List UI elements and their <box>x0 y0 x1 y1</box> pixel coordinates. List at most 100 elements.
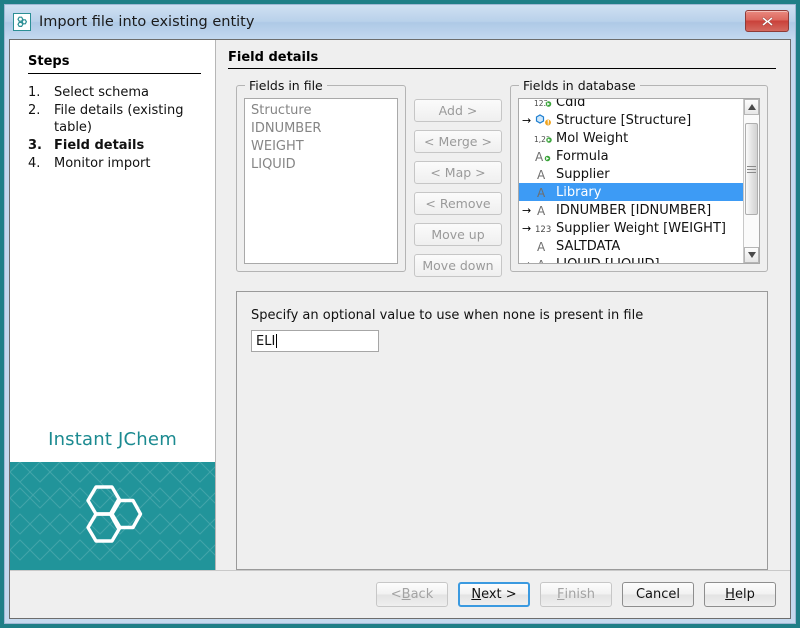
scrollbar-grip-icon <box>747 164 756 175</box>
scroll-up-icon[interactable] <box>744 99 759 115</box>
svg-text:A: A <box>537 168 546 182</box>
transfer-button-merge: < Merge > <box>414 130 502 153</box>
fields-in-file-group: Fields in file StructureIDNUMBERWEIGHTLI… <box>236 85 406 272</box>
field-mapping-area: Fields in file StructureIDNUMBERWEIGHTLI… <box>236 85 768 277</box>
steps-sidebar: Steps 1.Select schema2.File details (exi… <box>10 40 216 570</box>
file-field-row[interactable]: WEIGHT <box>245 137 397 155</box>
footer-button-cancel[interactable]: Cancel <box>622 582 694 607</box>
database-field-row[interactable]: 1,23Mol Weight <box>519 129 743 147</box>
file-field-row[interactable]: LIQUID <box>245 155 397 173</box>
fields-in-database-listbox[interactable]: 123CdId→!Structure [Structure]1,23Mol We… <box>518 98 760 264</box>
svg-text:A: A <box>535 150 544 164</box>
database-field-row[interactable]: →!Structure [Structure] <box>519 111 743 129</box>
database-field-row[interactable]: A SALTDATA <box>519 237 743 255</box>
field-details-pane: Field details Fields in file Structure ID… <box>216 40 790 570</box>
step-label: Field details <box>54 137 144 154</box>
structure-field-icon: ! <box>533 113 554 128</box>
database-field-row[interactable]: 123CdId <box>519 98 743 111</box>
title-bar[interactable]: Import file into existing entity <box>5 5 795 39</box>
database-field-row[interactable]: A Supplier <box>519 165 743 183</box>
file-field-label: IDNUMBER <box>249 121 321 136</box>
mapped-arrow-icon: → <box>522 259 533 265</box>
optional-value-label: Specify an optional value to use when no… <box>251 308 767 323</box>
steps-divider <box>28 73 201 74</box>
brand-name: Instant JChem <box>10 421 215 462</box>
scrollbar-track[interactable] <box>744 115 759 247</box>
database-field-label: Structure [Structure] <box>554 113 691 128</box>
page-title-divider <box>228 68 776 69</box>
dialog-body: Steps 1.Select schema2.File details (exi… <box>10 40 790 570</box>
database-field-label: LIQUID [LIQUID] <box>554 257 660 265</box>
step-item: 3.Field details <box>28 137 201 154</box>
jchem-logo-icon <box>78 483 148 549</box>
database-field-label: CdId <box>554 98 585 110</box>
svg-text:123: 123 <box>535 225 551 235</box>
step-label: Select schema <box>54 84 149 101</box>
optional-value-text: ELI <box>256 334 275 349</box>
database-field-row[interactable]: →123Supplier Weight [WEIGHT] <box>519 219 743 237</box>
transfer-button-map: < Map > <box>414 161 502 184</box>
svg-text:A: A <box>537 204 546 218</box>
optional-value-input[interactable]: ELI <box>251 330 379 352</box>
fields-in-file-listbox[interactable]: Structure IDNUMBER WEIGHT LIQUID <box>244 98 398 264</box>
database-field-label: Mol Weight <box>554 131 628 146</box>
footer-button-finish: Finish <box>540 582 612 607</box>
fields-in-database-items[interactable]: 123CdId→!Structure [Structure]1,23Mol We… <box>519 99 743 263</box>
text-field-plain-icon: A <box>533 167 554 182</box>
mapped-arrow-icon: → <box>522 223 533 234</box>
text-caret <box>276 334 277 348</box>
database-field-row[interactable]: → A IDNUMBER [IDNUMBER] <box>519 201 743 219</box>
database-field-label: Library <box>554 185 601 200</box>
page-title: Field details <box>228 50 776 68</box>
text-field-icon: A <box>533 149 554 164</box>
database-field-label: Formula <box>554 149 609 164</box>
transfer-button-add: Add > <box>414 99 502 122</box>
step-label: Monitor import <box>54 155 150 172</box>
int-field-icon: 123 <box>533 221 554 236</box>
database-field-row[interactable]: A Formula <box>519 147 743 165</box>
transfer-button-remove: < Remove <box>414 192 502 215</box>
database-field-row[interactable]: A Library <box>519 183 743 201</box>
database-field-label: SALTDATA <box>554 239 620 254</box>
svg-text:A: A <box>537 240 546 254</box>
step-item: 2.File details (existing table) <box>28 102 201 136</box>
number-field-icon: 123 <box>533 98 554 110</box>
file-field-row[interactable]: IDNUMBER <box>245 119 397 137</box>
transfer-button-movedown: Move down <box>414 254 502 277</box>
steps-list-container: Steps 1.Select schema2.File details (exi… <box>10 40 215 421</box>
footer-button-next[interactable]: Next > <box>458 582 530 607</box>
dialog-footer: < Back Next > Finish Cancel Help <box>10 570 790 618</box>
file-field-label: WEIGHT <box>249 139 304 154</box>
scrollbar-thumb[interactable] <box>745 123 758 215</box>
text-field-plain-icon: A <box>533 257 554 265</box>
dialog-client: Steps 1.Select schema2.File details (exi… <box>9 39 791 619</box>
step-item: 1.Select schema <box>28 84 201 101</box>
svg-text:A: A <box>537 186 546 200</box>
scroll-down-icon[interactable] <box>744 247 759 263</box>
footer-button-back: < Back <box>376 582 448 607</box>
decimal-field-icon: 1,23 <box>533 131 554 146</box>
database-field-label: Supplier Weight [WEIGHT] <box>554 221 726 236</box>
step-label: File details (existing table) <box>54 102 201 136</box>
database-field-label: IDNUMBER [IDNUMBER] <box>554 203 711 218</box>
dialog-window: Import file into existing entity Steps 1… <box>4 4 796 624</box>
steps-heading: Steps <box>28 54 201 73</box>
database-field-row[interactable]: → A LIQUID [LIQUID] <box>519 255 743 264</box>
fields-in-file-items[interactable]: Structure IDNUMBER WEIGHT LIQUID <box>245 99 397 263</box>
close-icon[interactable] <box>745 10 789 32</box>
database-field-label: Supplier <box>554 167 610 182</box>
mapped-arrow-icon: → <box>522 205 533 216</box>
svg-text:A: A <box>537 258 546 265</box>
footer-button-help[interactable]: Help <box>704 582 776 607</box>
jchem-hexagon-icon <box>13 13 31 31</box>
step-number: 1. <box>28 84 54 101</box>
database-list-scrollbar[interactable] <box>743 99 759 263</box>
step-number: 2. <box>28 102 54 136</box>
text-field-plain-icon: A <box>533 185 554 200</box>
file-field-label: LIQUID <box>249 157 296 172</box>
file-field-label: Structure <box>249 103 311 118</box>
svg-text:!: ! <box>547 119 550 126</box>
fields-in-database-group: Fields in database 123CdId→!Structure [S… <box>510 85 768 272</box>
fields-in-file-legend: Fields in file <box>245 78 327 93</box>
file-field-row[interactable]: Structure <box>245 101 397 119</box>
